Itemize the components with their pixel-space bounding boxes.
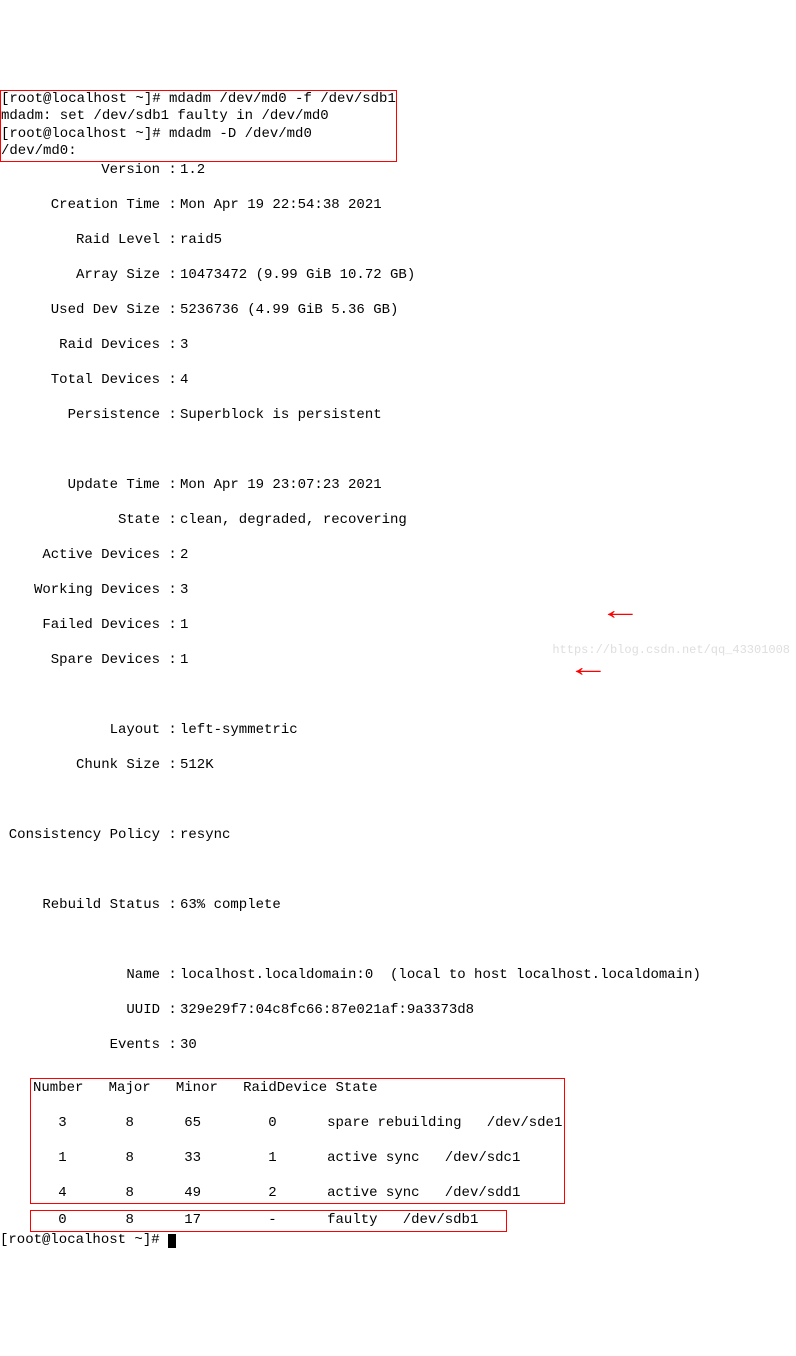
value-events: 30: [180, 1037, 197, 1055]
col-state: State: [336, 1080, 378, 1096]
label-state: State: [0, 512, 160, 530]
label-consistency-policy: Consistency Policy: [0, 827, 160, 845]
value-array-size: 10473472 (9.99 GiB 10.72 GB): [180, 267, 415, 285]
col-minor: Minor: [176, 1080, 218, 1096]
value-layout: left-symmetric: [180, 722, 298, 740]
value-working-devices: 3: [180, 582, 188, 600]
table-row: 3 8 65 0 spare rebuilding /dev/sde1: [33, 1115, 562, 1133]
top-command-box: [root@localhost ~]# mdadm /dev/md0 -f /d…: [0, 90, 397, 162]
col-major: Major: [109, 1080, 151, 1096]
col-number: Number: [33, 1080, 83, 1096]
value-uuid: 329e29f7:04c8fc66:87e021af:9a3373d8: [180, 1002, 474, 1020]
value-raid-level: raid5: [180, 232, 222, 250]
label-events: Events: [0, 1037, 160, 1055]
col-raiddevice: RaidDevice: [243, 1080, 327, 1096]
label-layout: Layout: [0, 722, 160, 740]
watermark: https://blog.csdn.net/qq_43301008: [552, 643, 790, 658]
arrow-icon: ←: [608, 595, 633, 630]
value-used-dev-size: 5236736 (4.99 GiB 5.36 GB): [180, 302, 398, 320]
table-row: 1 8 33 1 active sync /dev/sdc1: [33, 1150, 562, 1168]
label-working-devices: Working Devices: [0, 582, 160, 600]
value-failed-devices: 1: [180, 617, 188, 635]
mdadm-output: mdadm: set /dev/sdb1 faulty in /dev/md0: [1, 108, 396, 126]
device-table-box: Number Major Minor RaidDevice State 3 8 …: [30, 1078, 565, 1205]
device-header: /dev/md0:: [1, 143, 396, 161]
value-persistence: Superblock is persistent: [180, 407, 382, 425]
cursor-icon: [168, 1234, 176, 1248]
table-header-row: Number Major Minor RaidDevice State: [33, 1080, 562, 1098]
prompt[interactable]: [root@localhost ~]#: [0, 1232, 168, 1248]
label-active-devices: Active Devices: [0, 547, 160, 565]
cmd-detail: [root@localhost ~]# mdadm -D /dev/md0: [1, 126, 396, 144]
value-state: clean, degraded, recovering: [180, 512, 407, 530]
value-rebuild-status: 63% complete: [180, 897, 281, 915]
label-failed-devices: Failed Devices: [0, 617, 160, 635]
label-spare-devices: Spare Devices: [0, 652, 160, 670]
label-raid-level: Raid Level: [0, 232, 160, 250]
faulty-device-box: 0 8 17 - faulty /dev/sdb1: [30, 1210, 507, 1232]
label-total-devices: Total Devices: [0, 372, 160, 390]
label-array-size: Array Size: [0, 267, 160, 285]
label-update-time: Update Time: [0, 477, 160, 495]
label-rebuild-status: Rebuild Status: [0, 897, 160, 915]
value-update-time: Mon Apr 19 23:07:23 2021: [180, 477, 382, 495]
cmd-faulty: [root@localhost ~]# mdadm /dev/md0 -f /d…: [1, 91, 396, 109]
label-persistence: Persistence: [0, 407, 160, 425]
value-chunk-size: 512K: [180, 757, 214, 775]
label-creation-time: Creation Time: [0, 197, 160, 215]
value-total-devices: 4: [180, 372, 188, 390]
label-chunk-size: Chunk Size: [0, 757, 160, 775]
terminal-output: [root@localhost ~]# mdadm /dev/md0 -f /d…: [0, 70, 796, 1267]
table-row: 4 8 49 2 active sync /dev/sdd1: [33, 1185, 562, 1203]
value-active-devices: 2: [180, 547, 188, 565]
value-raid-devices: 3: [180, 337, 188, 355]
value-consistency-policy: resync: [180, 827, 230, 845]
table-row: 0 8 17 - faulty /dev/sdb1: [33, 1212, 504, 1230]
value-name: localhost.localdomain:0 (local to host l…: [180, 967, 701, 985]
label-raid-devices: Raid Devices: [0, 337, 160, 355]
value-creation-time: Mon Apr 19 22:54:38 2021: [180, 197, 382, 215]
label-version: Version: [0, 162, 160, 180]
label-used-dev-size: Used Dev Size: [0, 302, 160, 320]
value-version: 1.2: [180, 162, 205, 180]
value-spare-devices: 1: [180, 652, 188, 670]
label-uuid: UUID: [0, 1002, 160, 1020]
label-name: Name: [0, 967, 160, 985]
